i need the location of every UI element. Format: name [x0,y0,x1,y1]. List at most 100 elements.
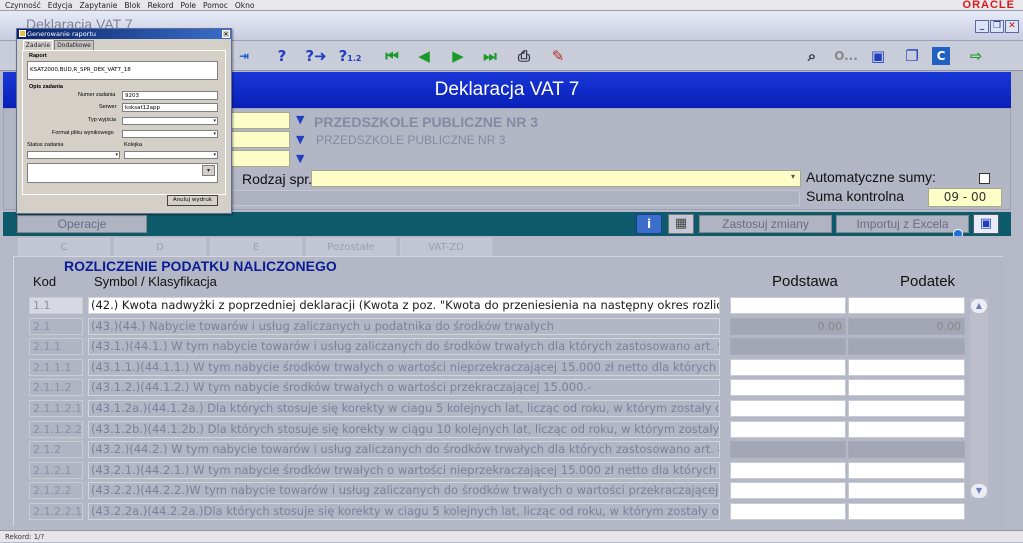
save-disk-icon[interactable]: ▣ [973,214,999,234]
status-label: Status zadania [27,142,64,148]
scroll-up-icon[interactable]: ▲ [971,299,987,313]
print-icon[interactable]: ⎙ [512,45,536,67]
insert-icon[interactable]: ⇥ [232,45,256,67]
tab-vat-zd[interactable]: VAT-ZD [400,238,492,256]
podatek-field[interactable] [848,338,965,356]
auto-sums-checkbox[interactable] [979,173,990,184]
podatek-field[interactable] [848,297,965,314]
next-record-icon[interactable]: ▶ [446,45,470,67]
podatek-field[interactable] [848,482,965,500]
prev-record-icon[interactable]: ◀ [412,45,436,67]
help-next-icon[interactable]: ?➜ [304,45,328,67]
find-icon[interactable]: ⌕ [800,45,824,67]
last-record-icon[interactable]: ⏭ [478,45,502,67]
menu-rekord[interactable]: Rekord [145,0,178,11]
podstawa-field[interactable] [730,338,846,356]
podstawa-field[interactable] [730,400,846,417]
podstawa-field[interactable] [730,441,846,459]
minimize-icon[interactable]: _ [975,20,989,33]
menu-zapytanie[interactable]: Zapytanie [77,0,122,11]
period-field[interactable] [230,150,290,167]
job-number-field[interactable]: 9203 [122,91,218,100]
podatek-field[interactable] [848,441,965,459]
restore-icon[interactable]: ❐ [990,20,1004,33]
report-name-field[interactable]: KSAT2000,BUD,R_SPR_DEK_VAT7_18 [27,61,218,80]
close-icon[interactable]: ✕ [1005,20,1019,33]
queue-select[interactable]: ▾ [124,151,218,159]
tab-c[interactable]: C [18,238,110,256]
podstawa-field[interactable] [730,379,846,397]
podatek-field[interactable] [848,400,965,417]
menu-okno[interactable]: Okno [232,0,259,11]
podatek-field[interactable] [848,461,965,479]
apply-changes-button[interactable]: Zastosuj zmiany [699,215,832,233]
tab-e[interactable]: E [210,238,302,256]
cancel-print-button[interactable]: Anuluj wydruk [167,195,218,206]
record-indicator: Rekord: 1/? [5,533,45,541]
row-description: (43.1.1.)(44.1.1.) W tym nabycie środków… [88,358,720,376]
unit2-code-field[interactable] [230,131,290,148]
log-scroll-icon[interactable]: ▾ [202,165,215,176]
unit-code-field[interactable] [230,112,290,129]
table-row: 2.1.1.2.1 (43.1.2a.)(44.1.2a.) Dla któryc… [29,400,965,417]
podstawa-field[interactable] [730,420,846,438]
description-field[interactable] [230,190,800,206]
menu-bar: Czynność Edycja Zapytanie Blok Rekord Pole Pom… [0,0,1023,11]
scroll-down-icon[interactable]: ▼ [971,484,987,498]
table-row: 2.1.2.1 (43.2.1.)(44.2.1.) W tym nabycie … [29,461,965,479]
menu-pole[interactable]: Pole [177,0,200,11]
rodzaj-dropdown-icon[interactable]: ▾ [791,172,795,181]
podatek-field[interactable] [848,379,965,397]
import-excel-button[interactable]: Importuj z Excela [836,215,969,233]
menu-edycja[interactable]: Edycja [45,0,77,11]
output-type-select[interactable]: ▾ [122,117,218,125]
rodzaj-field[interactable] [311,170,801,187]
tab-pozostale[interactable]: Pozostałe [306,238,396,256]
period-dropdown-icon[interactable]: ▼ [296,152,304,165]
menu-blok[interactable]: Blok [121,0,144,11]
help-count-icon[interactable]: ?1.2 [338,45,362,67]
save-icon[interactable]: ▣ [866,45,890,67]
menu-pomoc[interactable]: Pomoc [200,0,232,11]
dialog-close-icon[interactable]: ✕ [222,30,230,38]
status-log-area[interactable] [27,163,218,183]
c-icon[interactable]: C [932,47,950,65]
podstawa-field[interactable] [730,297,846,314]
format-label: Format pliku wynikowego [52,130,114,136]
unit-dropdown-icon[interactable]: ▼ [296,113,304,126]
menu-czynnosc[interactable]: Czynność [0,0,45,11]
oracle-logo: ORACLE [962,0,1015,11]
podstawa-field[interactable] [730,461,846,479]
row-code: 2.1.2 [29,441,83,459]
exit-icon[interactable]: ⇨ [964,45,988,67]
edit-icon[interactable]: ✎ [546,45,570,67]
school-name-bold: PRZEDSZKOLE PUBLICZNE NR 3 [314,114,539,130]
podatek-field[interactable]: 0.00 [848,317,965,335]
row-code: 2.1.2.1 [29,461,83,479]
status-select[interactable]: ▾ [27,151,120,159]
tab-d[interactable]: D [114,238,206,256]
row-description: (43.2.1.)(44.2.1.) W tym nabycie środków… [88,461,720,479]
calculator-icon[interactable]: ▦ [668,214,694,234]
window-icon[interactable]: ❐ [900,45,924,67]
other-icon[interactable]: O... [834,45,858,67]
format-select[interactable]: ▾ [122,130,218,138]
podatek-field[interactable] [848,503,965,520]
podatek-field[interactable] [848,420,965,438]
row-code: 2.1.1 [29,338,83,356]
unit2-dropdown-icon[interactable]: ▼ [296,133,304,146]
vertical-scrollbar[interactable] [970,298,988,498]
podstawa-field[interactable] [730,358,846,376]
podstawa-field[interactable] [730,503,846,520]
operacje-button[interactable]: Operacje [17,215,147,233]
row-code: 2.1.1.2 [29,379,83,397]
job-number-label: Numer zadania [78,92,116,98]
row-description: (43.2.2a.)(44.2.2a.)Dla których stosuje … [88,503,720,520]
first-record-icon[interactable]: ⏮ [380,45,404,67]
podstawa-field[interactable] [730,482,846,500]
help-icon[interactable]: ? [270,45,294,67]
podatek-field[interactable] [848,358,965,376]
info-icon[interactable]: i [636,214,662,234]
server-field[interactable]: ksksat12app [122,103,218,112]
podstawa-field[interactable]: 0.00 [730,317,846,335]
